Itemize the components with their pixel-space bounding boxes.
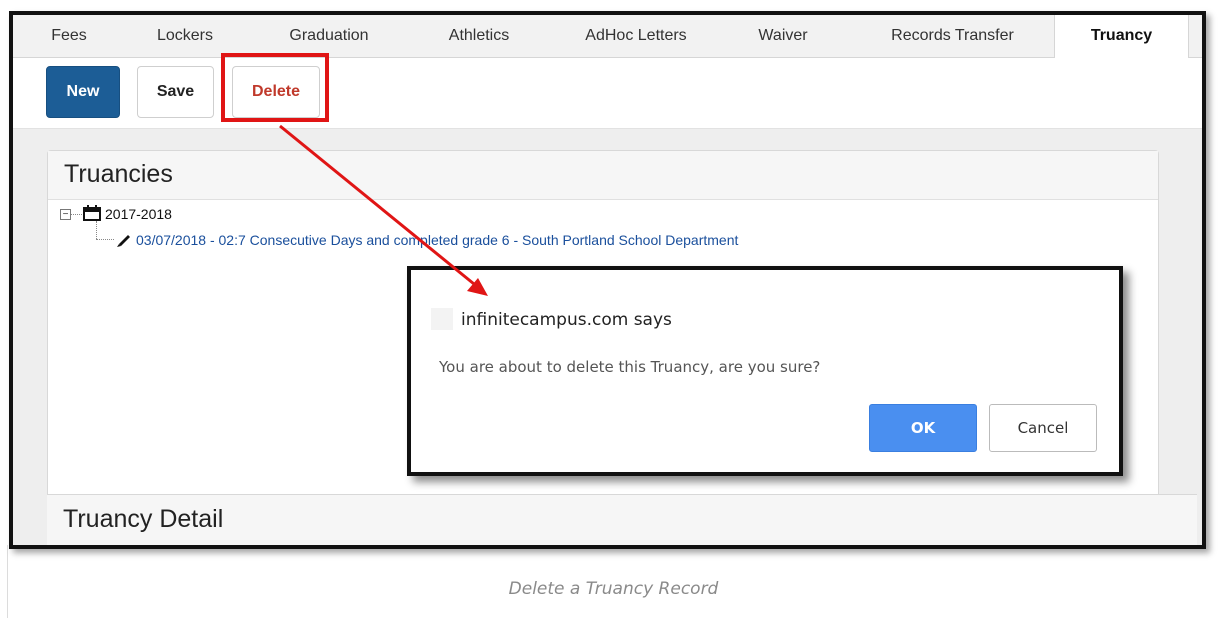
truancies-title: Truancies	[64, 160, 173, 188]
action-toolbar: New Save Delete	[13, 58, 1202, 129]
confirm-dialog: infinitecampus.com says You are about to…	[407, 266, 1123, 476]
new-button[interactable]: New	[46, 66, 120, 118]
tree-collapse-icon[interactable]: −	[60, 209, 71, 220]
dialog-title: infinitecampus.com says	[461, 310, 672, 330]
tab-waiver[interactable]: Waiver	[738, 15, 828, 57]
save-button[interactable]: Save	[137, 66, 214, 118]
site-favicon-icon	[431, 308, 453, 330]
tab-lockers[interactable]: Lockers	[140, 15, 230, 57]
truancy-tree: − 2017-2018 03/07/2018 - 02:7 Consecutiv…	[60, 205, 960, 267]
ok-button[interactable]: OK	[869, 404, 977, 452]
delete-highlight-box	[221, 53, 329, 122]
tab-records-transfer[interactable]: Records Transfer	[865, 15, 1040, 57]
truancies-header: Truancies	[48, 151, 1158, 200]
tab-bar: Fees Lockers Graduation Athletics AdHoc …	[13, 15, 1202, 58]
truancy-detail-header: Truancy Detail	[47, 494, 1197, 545]
image-caption: Delete a Truancy Record	[508, 579, 719, 599]
cancel-button[interactable]: Cancel	[989, 404, 1097, 452]
pencil-icon	[117, 235, 130, 247]
truancy-record-link[interactable]: 03/07/2018 - 02:7 Consecutive Days and c…	[136, 232, 738, 248]
tab-fees[interactable]: Fees	[35, 15, 103, 57]
tab-adhoc-letters[interactable]: AdHoc Letters	[561, 15, 711, 57]
tree-connector	[96, 239, 114, 240]
tab-athletics[interactable]: Athletics	[426, 15, 532, 57]
tree-connector	[96, 221, 97, 239]
dialog-message: You are about to delete this Truancy, ar…	[439, 358, 821, 376]
truancy-detail-title: Truancy Detail	[63, 505, 224, 533]
tree-connector	[71, 214, 82, 215]
tab-graduation[interactable]: Graduation	[269, 15, 389, 57]
calendar-icon	[83, 205, 101, 221]
tab-truancy[interactable]: Truancy	[1054, 15, 1189, 58]
school-year-node[interactable]: 2017-2018	[105, 206, 172, 222]
